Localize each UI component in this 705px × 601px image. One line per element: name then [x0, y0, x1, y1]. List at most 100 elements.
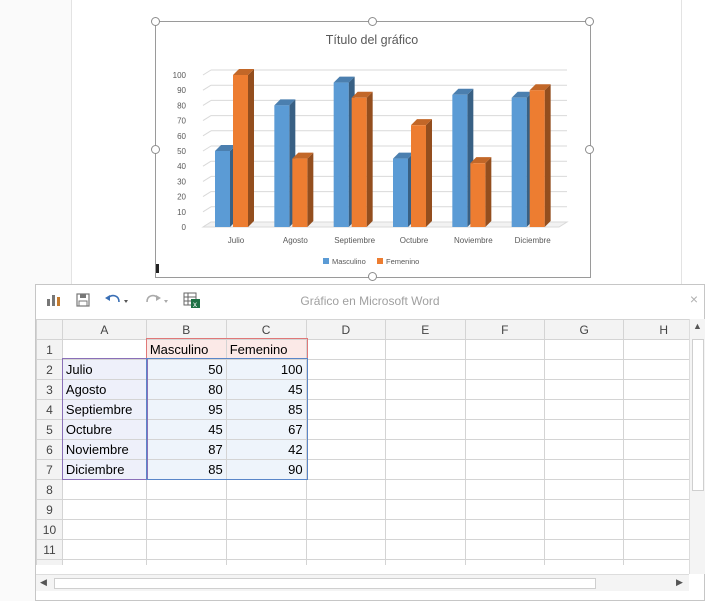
- cell[interactable]: [543, 539, 625, 560]
- cell[interactable]: [464, 359, 545, 380]
- cell[interactable]: [464, 539, 545, 560]
- cell[interactable]: [225, 519, 307, 540]
- cell[interactable]: [543, 359, 625, 380]
- cell[interactable]: [61, 499, 147, 520]
- cell[interactable]: [305, 439, 387, 460]
- column-header[interactable]: E: [385, 319, 466, 340]
- resize-handle-left[interactable]: [151, 145, 160, 154]
- cell[interactable]: [305, 559, 387, 565]
- resize-handle-top-right[interactable]: [585, 17, 594, 26]
- horizontal-scroll-thumb[interactable]: [54, 578, 596, 589]
- cell[interactable]: [543, 519, 625, 540]
- cell[interactable]: [464, 479, 545, 500]
- cell[interactable]: Septiembre: [61, 399, 147, 420]
- cell[interactable]: [543, 339, 625, 360]
- cell[interactable]: [61, 519, 147, 540]
- cell[interactable]: [225, 539, 307, 560]
- row-header[interactable]: 2: [36, 359, 63, 380]
- scroll-right-icon[interactable]: ▶: [676, 577, 683, 588]
- chart-title[interactable]: Título del gráfico: [326, 33, 418, 47]
- row-header[interactable]: 3: [36, 379, 63, 400]
- cell[interactable]: [145, 479, 227, 500]
- resize-handle-right[interactable]: [585, 145, 594, 154]
- row-header[interactable]: 8: [36, 479, 63, 500]
- cell[interactable]: Femenino: [225, 339, 307, 360]
- cell[interactable]: [225, 499, 307, 520]
- bar-femenino-septiembre[interactable]: [351, 97, 367, 227]
- cell[interactable]: [385, 419, 466, 440]
- bar-femenino-agosto[interactable]: [292, 158, 308, 227]
- cell[interactable]: 45: [145, 419, 227, 440]
- row-header[interactable]: 5: [36, 419, 63, 440]
- row-header[interactable]: 10: [36, 519, 63, 540]
- resize-handle-top-left[interactable]: [151, 17, 160, 26]
- legend-label[interactable]: Femenino: [386, 257, 419, 266]
- cell[interactable]: [385, 539, 466, 560]
- cell[interactable]: [464, 559, 545, 565]
- row-header[interactable]: 11: [36, 539, 63, 560]
- cell[interactable]: [543, 499, 625, 520]
- legend-label[interactable]: Masculino: [332, 257, 366, 266]
- bar-masculino-diciembre[interactable]: [511, 97, 527, 227]
- cell[interactable]: [385, 519, 466, 540]
- cell[interactable]: [61, 479, 147, 500]
- column-header[interactable]: C: [225, 319, 307, 340]
- cell[interactable]: [385, 559, 466, 565]
- cell[interactable]: [305, 539, 387, 560]
- cell[interactable]: [464, 339, 545, 360]
- column-header[interactable]: D: [305, 319, 387, 340]
- cell[interactable]: [305, 359, 387, 380]
- cell[interactable]: [543, 559, 625, 565]
- cell[interactable]: [464, 459, 545, 480]
- row-header[interactable]: 7: [36, 459, 63, 480]
- bar-masculino-septiembre[interactable]: [333, 82, 349, 227]
- cell[interactable]: [543, 419, 625, 440]
- cell[interactable]: [305, 339, 387, 360]
- scroll-left-icon[interactable]: ◀: [40, 577, 47, 588]
- vertical-scrollbar[interactable]: ▲: [689, 319, 705, 574]
- bar-femenino-noviembre[interactable]: [470, 163, 486, 227]
- cell[interactable]: [145, 499, 227, 520]
- cell[interactable]: [385, 399, 466, 420]
- bar-masculino-agosto[interactable]: [274, 105, 290, 227]
- cell[interactable]: [305, 419, 387, 440]
- cell[interactable]: [464, 419, 545, 440]
- resize-handle-bottom[interactable]: [368, 272, 377, 281]
- cell[interactable]: [464, 519, 545, 540]
- row-header[interactable]: 1: [36, 339, 63, 360]
- excel-data-window[interactable]: x Gráfico en Microsoft Word × A B C D E …: [35, 284, 705, 601]
- cell[interactable]: [61, 339, 147, 360]
- cell[interactable]: [543, 479, 625, 500]
- cell[interactable]: 95: [145, 399, 227, 420]
- bar-masculino-octubre[interactable]: [393, 158, 408, 227]
- cell[interactable]: 85: [225, 399, 307, 420]
- cell[interactable]: [145, 559, 227, 565]
- row-header[interactable]: 4: [36, 399, 63, 420]
- bar-masculino-noviembre[interactable]: [452, 94, 468, 227]
- cell[interactable]: [464, 399, 545, 420]
- cell[interactable]: [305, 459, 387, 480]
- cell[interactable]: [225, 559, 307, 565]
- select-all-corner[interactable]: [36, 319, 63, 340]
- column-header[interactable]: F: [464, 319, 545, 340]
- cell[interactable]: 87: [145, 439, 227, 460]
- column-header[interactable]: G: [543, 319, 625, 340]
- cell[interactable]: 42: [225, 439, 307, 460]
- spreadsheet-table[interactable]: A B C D E F G H 1 Masculino Femenino 2 Julio…: [36, 319, 704, 565]
- cell[interactable]: [145, 519, 227, 540]
- cell[interactable]: [385, 499, 466, 520]
- cell[interactable]: Agosto: [61, 379, 147, 400]
- cell[interactable]: [145, 539, 227, 560]
- cell[interactable]: 100: [225, 359, 307, 380]
- horizontal-scrollbar[interactable]: ◀ ▶: [36, 574, 689, 591]
- cell[interactable]: [385, 459, 466, 480]
- cell[interactable]: Noviembre: [61, 439, 147, 460]
- row-header[interactable]: 6: [36, 439, 63, 460]
- cell[interactable]: [543, 379, 625, 400]
- bar-femenino-diciembre[interactable]: [529, 90, 545, 227]
- cell[interactable]: [385, 339, 466, 360]
- bar-femenino-julio[interactable]: [233, 75, 248, 227]
- cell[interactable]: [543, 459, 625, 480]
- column-header[interactable]: B: [145, 319, 227, 340]
- cell[interactable]: Julio: [61, 359, 147, 380]
